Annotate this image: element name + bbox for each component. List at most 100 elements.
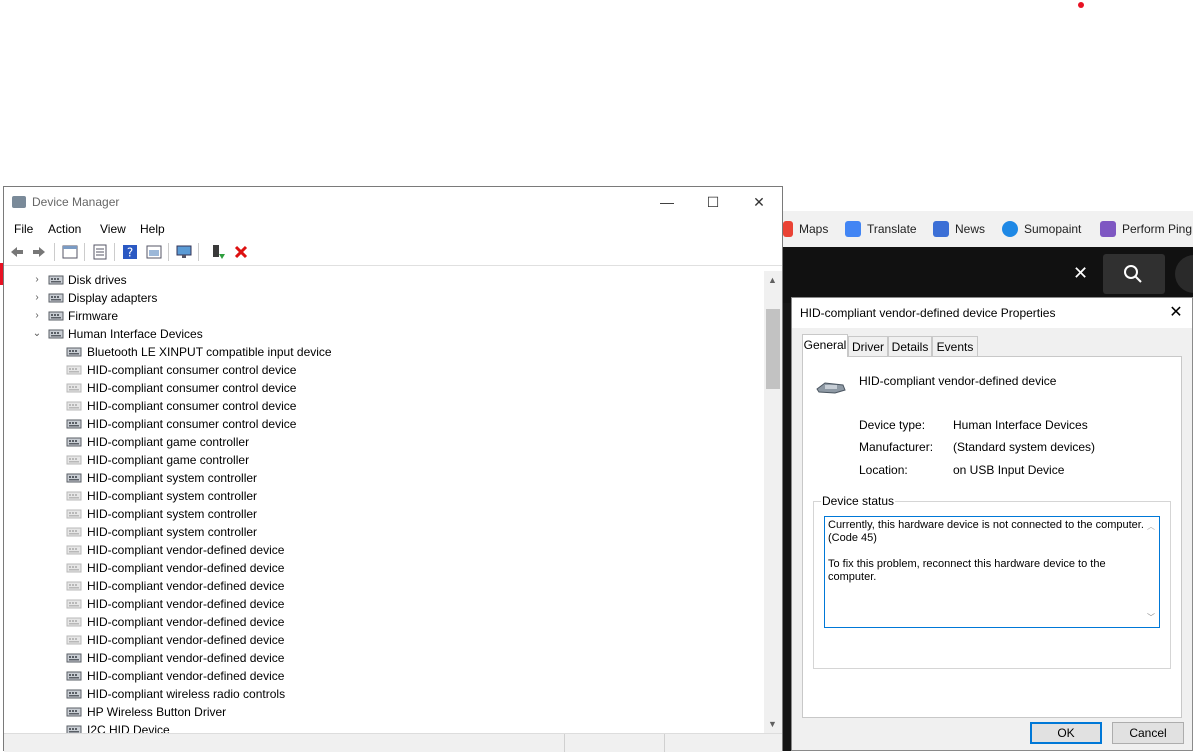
ok-button[interactable]: OK (1030, 722, 1102, 744)
tree-device-item[interactable]: HP Wireless Button Driver (4, 703, 744, 721)
tree-device-item[interactable]: HID-compliant consumer control device (4, 361, 744, 379)
chevron-right-icon[interactable]: › (32, 307, 42, 325)
help-icon[interactable]: ? (122, 244, 138, 260)
tree-category[interactable]: ⌄ Human Interface Devices (4, 325, 744, 343)
maximize-button[interactable]: ☐ (690, 187, 736, 217)
device-status-legend: Device status (821, 494, 896, 508)
dialog-title-bar: HID-compliant vendor-defined device Prop… (792, 298, 1192, 328)
tree-device-item[interactable]: HID-compliant vendor-defined device (4, 541, 744, 559)
tree-item-label: HID-compliant vendor-defined device (87, 633, 285, 647)
tree-device-item[interactable]: HID-compliant consumer control device (4, 415, 744, 433)
device-type-label: Device type: (859, 418, 926, 432)
tree-device-item[interactable]: HID-compliant vendor-defined device (4, 577, 744, 595)
tree-item-label: HID-compliant consumer control device (87, 381, 297, 395)
device-tree: › Disk drives › Display adapters › Firmware ⌄ H… (4, 271, 764, 733)
hid-device-icon (66, 653, 82, 663)
device-manager-window: Device Manager — ☐ ✕ File Action View He… (3, 186, 783, 752)
bookmark-news[interactable]: News (933, 221, 985, 237)
notification-dot (1078, 2, 1084, 8)
tree-device-item[interactable]: HID-compliant vendor-defined device (4, 613, 744, 631)
tree-item-label: Bluetooth LE XINPUT compatible input dev… (87, 345, 332, 359)
tree-device-item[interactable]: Bluetooth LE XINPUT compatible input dev… (4, 343, 744, 361)
tree-device-item[interactable]: HID-compliant vendor-defined device (4, 595, 744, 613)
hid-device-icon (66, 725, 82, 733)
tree-category[interactable]: › Disk drives (4, 271, 744, 289)
tree-device-item[interactable]: HID-compliant game controller (4, 433, 744, 451)
tree-item-label: HID-compliant consumer control device (87, 363, 297, 377)
device-status-textbox[interactable]: Currently, this hardware device is not c… (824, 516, 1160, 628)
tab-driver[interactable]: Driver (848, 336, 888, 356)
tree-category[interactable]: › Display adapters (4, 289, 744, 307)
tree-device-item[interactable]: HID-compliant vendor-defined device (4, 667, 744, 685)
scroll-up-icon[interactable]: ▲ (768, 275, 777, 285)
news-icon (933, 221, 949, 237)
tree-device-item[interactable]: HID-compliant system controller (4, 487, 744, 505)
chevron-right-icon[interactable]: › (32, 289, 42, 307)
chevron-down-icon[interactable]: ⌄ (32, 325, 42, 343)
hid-device-icon (66, 383, 82, 393)
general-tab-panel: HID-compliant vendor-defined device Devi… (802, 356, 1182, 718)
tree-item-label: Display adapters (68, 291, 158, 305)
tree-category[interactable]: › Firmware (4, 307, 744, 325)
close-button[interactable]: ✕ (736, 187, 782, 217)
status-scrollbar[interactable]: ︿ ﹀ (1144, 518, 1158, 626)
tree-device-item[interactable]: HID-compliant wireless radio controls (4, 685, 744, 703)
tree-device-item[interactable]: HID-compliant vendor-defined device (4, 631, 744, 649)
hid-device-icon (66, 509, 82, 519)
tree-item-label: HID-compliant vendor-defined device (87, 597, 285, 611)
tree-device-item[interactable]: HID-compliant vendor-defined device (4, 649, 744, 667)
search-button[interactable] (1103, 254, 1165, 294)
forward-arrow-icon[interactable] (31, 244, 47, 260)
hid-device-icon (66, 437, 82, 447)
tree-item-label: HID-compliant system controller (87, 525, 258, 539)
tree-item-label: HID-compliant consumer control device (87, 417, 297, 431)
menu-action[interactable]: Action (48, 222, 81, 236)
bookmark-sumopaint[interactable]: Sumopaint (1002, 221, 1081, 237)
tree-device-item[interactable]: HID-compliant system controller (4, 469, 744, 487)
clear-search-icon[interactable]: ✕ (1073, 263, 1088, 284)
tree-device-item[interactable]: HID-compliant system controller (4, 523, 744, 541)
manufacturer-value: (Standard system devices) (953, 440, 1096, 454)
tree-device-item[interactable]: HID-compliant vendor-defined device (4, 559, 744, 577)
hid-device-icon (66, 563, 82, 573)
update-driver-icon[interactable] (210, 244, 226, 260)
tree-item-label: Human Interface Devices (68, 327, 203, 341)
scrollbar-thumb[interactable] (766, 309, 780, 389)
tree-device-item[interactable]: HID-compliant system controller (4, 505, 744, 523)
properties-icon[interactable] (92, 244, 108, 260)
device-manager-icon (12, 196, 26, 208)
chevron-down-icon[interactable]: ﹀ (1147, 611, 1155, 624)
back-arrow-icon[interactable] (9, 244, 25, 260)
microphone-icon[interactable] (1175, 255, 1193, 293)
tree-device-item[interactable]: HID-compliant consumer control device (4, 397, 744, 415)
show-hide-console-tree-icon[interactable] (62, 244, 78, 260)
action-view-icon[interactable] (146, 244, 162, 260)
bookmark-translate[interactable]: Translate (845, 221, 917, 237)
menu-view[interactable]: View (100, 222, 126, 236)
hid-device-icon (66, 671, 82, 681)
tree-item-label: Firmware (68, 309, 118, 323)
bookmarks-bar: Maps Translate News Sumopaint Perform Pi… (783, 211, 1193, 247)
scan-hardware-icon[interactable] (176, 244, 192, 260)
tree-device-item[interactable]: HID-compliant consumer control device (4, 379, 744, 397)
tab-details[interactable]: Details (888, 336, 932, 356)
chevron-right-icon[interactable]: › (32, 271, 42, 289)
tab-general[interactable]: General (802, 334, 848, 357)
uninstall-device-icon[interactable] (233, 244, 249, 260)
menu-help[interactable]: Help (140, 222, 165, 236)
dialog-close-button[interactable]: ✕ (1166, 303, 1186, 323)
tab-events[interactable]: Events (932, 336, 978, 356)
chevron-up-icon[interactable]: ︿ (1147, 520, 1155, 533)
tree-device-item[interactable]: HID-compliant game controller (4, 451, 744, 469)
scroll-down-icon[interactable]: ▼ (768, 719, 777, 729)
menu-file[interactable]: File (14, 222, 33, 236)
tree-scrollbar[interactable]: ▲ ▼ (764, 271, 782, 733)
hid-device-icon (66, 635, 82, 645)
hid-device-icon (66, 527, 82, 537)
minimize-button[interactable]: — (644, 187, 690, 217)
tree-device-item[interactable]: I2C HID Device (4, 721, 744, 733)
bookmark-perform-ping[interactable]: Perform Ping (1100, 221, 1192, 237)
cancel-button[interactable]: Cancel (1112, 722, 1184, 744)
tree-item-label: HID-compliant vendor-defined device (87, 651, 285, 665)
bookmark-maps[interactable]: Maps (783, 221, 828, 237)
